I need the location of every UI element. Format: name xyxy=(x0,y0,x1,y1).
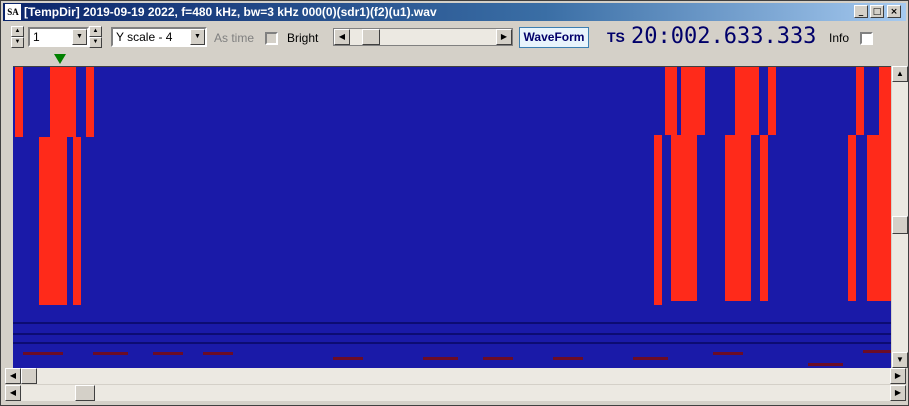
vertical-scrollbar[interactable]: ▲ ▼ xyxy=(892,66,908,368)
noise-row xyxy=(333,357,363,360)
close-button[interactable]: × xyxy=(887,5,901,18)
scroll-left-icon[interactable]: ◀ xyxy=(5,385,21,401)
noise-row xyxy=(13,322,891,324)
spin-up-icon[interactable]: ▲ xyxy=(11,26,24,37)
app-window: SA [TempDir] 2019-09-19 2022, f=480 kHz,… xyxy=(0,0,909,406)
signal-band xyxy=(681,67,705,135)
noise-row xyxy=(553,357,583,360)
as-time-label: As time xyxy=(214,31,255,45)
marker-triangle-icon[interactable] xyxy=(54,54,66,64)
dropdown-arrow-icon[interactable]: ▼ xyxy=(72,29,87,45)
signal-band xyxy=(867,135,891,301)
signal-band xyxy=(879,67,891,135)
channel-select[interactable]: 1 ▼ xyxy=(28,27,89,47)
signal-band xyxy=(86,67,94,137)
signal-band xyxy=(671,135,697,301)
title-bar[interactable]: SA [TempDir] 2019-09-19 2022, f=480 kHz,… xyxy=(3,3,906,21)
noise-row xyxy=(483,357,513,360)
noise-row xyxy=(423,357,458,360)
signal-band xyxy=(768,67,776,135)
timestamp-readout: 20:002.633.333 xyxy=(631,24,817,49)
signal-band xyxy=(856,67,864,135)
spin-down-icon[interactable]: ▼ xyxy=(89,37,102,48)
waveform-button[interactable]: WaveForm xyxy=(519,27,589,48)
as-time-checkbox[interactable] xyxy=(265,32,278,45)
ts-label: TS xyxy=(607,29,625,45)
toolbar: ▲ ▼ 1 ▼ ▲ ▼ Y scale - 4 ▼ As time Bright… xyxy=(3,23,906,53)
spin-up-icon[interactable]: ▲ xyxy=(89,26,102,37)
noise-row xyxy=(153,352,183,355)
bright-label: Bright xyxy=(287,31,319,45)
yscale-value: Y scale - 4 xyxy=(116,30,173,44)
noise-row xyxy=(13,333,891,335)
scroll-right-icon[interactable]: ▶ xyxy=(890,368,906,384)
signal-band xyxy=(50,67,76,137)
scroll-right-icon[interactable]: ▶ xyxy=(890,385,906,401)
signal-band xyxy=(735,67,759,135)
signal-band xyxy=(725,135,751,301)
signal-band xyxy=(15,67,23,137)
noise-row xyxy=(713,352,743,355)
horizontal-scroll-thumb[interactable] xyxy=(21,368,37,384)
noise-row xyxy=(23,352,63,355)
signal-band xyxy=(760,135,768,301)
noise-row xyxy=(633,357,668,360)
horizontal-scrollbar[interactable]: ◀ ▶ xyxy=(5,368,906,384)
signal-band xyxy=(848,135,856,301)
minimize-button[interactable]: _ xyxy=(854,5,868,18)
noise-row xyxy=(808,363,843,366)
spectrogram-canvas xyxy=(13,67,891,366)
window-title: [TempDir] 2019-09-19 2022, f=480 kHz, bw… xyxy=(24,5,437,19)
noise-row xyxy=(203,352,233,355)
yscale-select[interactable]: Y scale - 4 ▼ xyxy=(111,27,207,47)
scroll-up-icon[interactable]: ▲ xyxy=(892,66,908,82)
scroll-left-icon[interactable]: ◀ xyxy=(334,29,350,45)
signal-band xyxy=(654,135,662,305)
channel-spinner[interactable]: ▲ ▼ xyxy=(89,26,102,48)
bright-slider[interactable]: ◀ ▶ xyxy=(333,28,513,46)
spin-down-icon[interactable]: ▼ xyxy=(11,37,24,48)
signal-band xyxy=(73,137,81,305)
info-checkbox[interactable] xyxy=(860,32,873,45)
signal-band xyxy=(39,137,67,305)
channel-value: 1 xyxy=(33,30,40,44)
spectrogram-view[interactable] xyxy=(13,66,891,369)
vertical-scroll-thumb[interactable] xyxy=(892,216,908,234)
scroll-down-icon[interactable]: ▼ xyxy=(892,352,908,368)
maximize-button[interactable]: □ xyxy=(870,5,884,18)
scroll-left-icon[interactable]: ◀ xyxy=(5,368,21,384)
left-spinner[interactable]: ▲ ▼ xyxy=(11,26,24,48)
info-label: Info xyxy=(829,31,850,45)
noise-row xyxy=(863,350,891,353)
scroll-right-icon[interactable]: ▶ xyxy=(496,29,512,45)
signal-band xyxy=(665,67,677,135)
dropdown-arrow-icon[interactable]: ▼ xyxy=(190,29,205,45)
zoom-scroll-thumb[interactable] xyxy=(75,385,95,401)
slider-thumb[interactable] xyxy=(362,29,380,45)
noise-row xyxy=(93,352,128,355)
app-icon: SA xyxy=(5,4,21,20)
noise-row xyxy=(13,342,891,344)
zoom-scrollbar[interactable]: ◀ ▶ xyxy=(5,385,906,401)
